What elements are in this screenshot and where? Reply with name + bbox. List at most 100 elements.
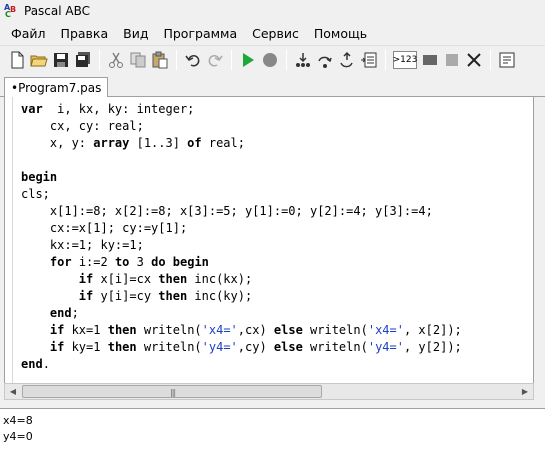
- step-into-icon[interactable]: [292, 49, 314, 71]
- code-token: kx:=1; ky:=1;: [21, 238, 144, 252]
- code-line[interactable]: if x[i]=cx then inc(kx);: [21, 271, 462, 288]
- code-token: inc(ky);: [187, 289, 253, 303]
- horizontal-scrollbar[interactable]: ◀ ||| ▶: [4, 383, 534, 400]
- code-line[interactable]: end.: [21, 356, 462, 373]
- code-token: x[i]=cx: [93, 272, 159, 286]
- menu-service[interactable]: Сервис: [250, 25, 301, 42]
- scroll-right-icon[interactable]: ▶: [517, 384, 533, 399]
- code-line[interactable]: begin: [21, 169, 462, 186]
- code-line[interactable]: for i:=2 to 3 do begin: [21, 254, 462, 271]
- code-line[interactable]: end;: [21, 305, 462, 322]
- cut-icon[interactable]: [105, 49, 127, 71]
- keyword-token: array: [93, 136, 130, 150]
- code-token: 3: [129, 255, 152, 269]
- keyword-token: begin: [172, 255, 209, 269]
- keyword-token: to: [114, 255, 130, 269]
- code-line[interactable]: cx, cy: real;: [21, 118, 462, 135]
- code-token: inc(kx);: [187, 272, 253, 286]
- keyword-token: begin: [21, 170, 58, 184]
- code-line[interactable]: kx:=1; ky:=1;: [21, 237, 462, 254]
- copy-icon[interactable]: [127, 49, 149, 71]
- menu-file[interactable]: Файл: [9, 25, 48, 42]
- menu-help[interactable]: Помощь: [312, 25, 369, 42]
- panel-splitter[interactable]: [0, 400, 545, 408]
- code-line[interactable]: x[1]:=8; x[2]:=8; x[3]:=5; y[1]:=0; y[2]…: [21, 203, 462, 220]
- counter-icon[interactable]: >123: [393, 50, 417, 69]
- window-title: Pascal ABC: [24, 4, 91, 18]
- step-over-icon[interactable]: [314, 49, 336, 71]
- keyword-token: if: [78, 272, 94, 286]
- tool-icon[interactable]: [496, 49, 518, 71]
- toolbar-separator: [286, 49, 287, 70]
- paste-icon[interactable]: [149, 49, 171, 71]
- code-token: writeln(: [136, 323, 202, 337]
- stop-icon[interactable]: [259, 49, 281, 71]
- code-line[interactable]: x, y: array [1..3] of real;: [21, 135, 462, 152]
- new-file-icon[interactable]: [6, 49, 28, 71]
- run-icon[interactable]: [237, 49, 259, 71]
- toolbar-separator: [99, 49, 100, 70]
- output-line: y4=0: [3, 430, 33, 443]
- code-line[interactable]: [21, 152, 462, 169]
- code-token: writeln(: [302, 340, 368, 354]
- keyword-token: if: [49, 323, 65, 337]
- menu-edit[interactable]: Правка: [59, 25, 111, 42]
- code-token: cx, cy: real;: [21, 119, 144, 133]
- close-icon[interactable]: [463, 49, 485, 71]
- toolbar: >123: [0, 45, 545, 73]
- grip-icon: |||: [170, 388, 176, 397]
- title-bar: A B C Pascal ABC: [0, 0, 545, 22]
- code-token: x[1]:=8; x[2]:=8; x[3]:=5; y[1]:=0; y[2]…: [21, 204, 433, 218]
- string-token: 'y4=': [367, 340, 404, 354]
- code-text[interactable]: var i, kx, ky: integer; cx, cy: real; x,…: [21, 101, 462, 373]
- code-line[interactable]: cx:=x[1]; cy:=y[1];: [21, 220, 462, 237]
- code-token: cls;: [21, 187, 50, 201]
- code-line[interactable]: if ky=1 then writeln('y4=',cy) else writ…: [21, 339, 462, 356]
- tab-program7[interactable]: •Program7.pas: [4, 77, 109, 98]
- code-token: ,cx): [237, 323, 274, 337]
- grid-icon[interactable]: [441, 49, 463, 71]
- code-line[interactable]: var i, kx, ky: integer;: [21, 101, 462, 118]
- watch-list-icon[interactable]: [358, 49, 380, 71]
- keyword-token: do: [151, 255, 166, 269]
- string-token: 'x4=': [367, 323, 404, 337]
- keyword-token: var: [21, 102, 43, 116]
- menu-bar: Файл Правка Вид Программа Сервис Помощь: [0, 22, 545, 44]
- code-token: x, y:: [21, 136, 94, 150]
- save-all-icon[interactable]: [72, 49, 94, 71]
- keyword-token: then: [107, 340, 137, 354]
- code-line[interactable]: if kx=1 then writeln('x4=',cx) else writ…: [21, 322, 462, 339]
- toolbar-separator: [176, 49, 177, 70]
- code-line[interactable]: if y[i]=cy then inc(ky);: [21, 288, 462, 305]
- code-token: ;: [71, 306, 79, 320]
- keyword-token: if: [49, 340, 65, 354]
- code-token: ky=1: [64, 340, 108, 354]
- code-token: i:=2: [71, 255, 115, 269]
- code-editor[interactable]: var i, kx, ky: integer; cx, cy: real; x,…: [4, 97, 534, 383]
- open-folder-icon[interactable]: [28, 49, 50, 71]
- scrollbar-thumb[interactable]: |||: [22, 385, 322, 398]
- step-out-icon[interactable]: [336, 49, 358, 71]
- output-line: x4=8: [3, 414, 33, 427]
- keyword-token: then: [158, 272, 188, 286]
- undo-icon[interactable]: [182, 49, 204, 71]
- toolbar-separator: [490, 49, 491, 70]
- code-line[interactable]: cls;: [21, 186, 462, 203]
- keyword-token: for: [49, 255, 72, 269]
- output-panel[interactable]: x4=8 y4=0: [0, 408, 545, 465]
- code-token: [1..3]: [129, 136, 188, 150]
- keyword-token: then: [158, 289, 188, 303]
- scroll-left-icon[interactable]: ◀: [5, 384, 21, 399]
- keyword-token: of: [187, 136, 202, 150]
- menu-view[interactable]: Вид: [121, 25, 150, 42]
- save-icon[interactable]: [50, 49, 72, 71]
- redo-icon[interactable]: [204, 49, 226, 71]
- menu-program[interactable]: Программа: [161, 25, 239, 42]
- breakpoint-icon[interactable]: [419, 49, 441, 71]
